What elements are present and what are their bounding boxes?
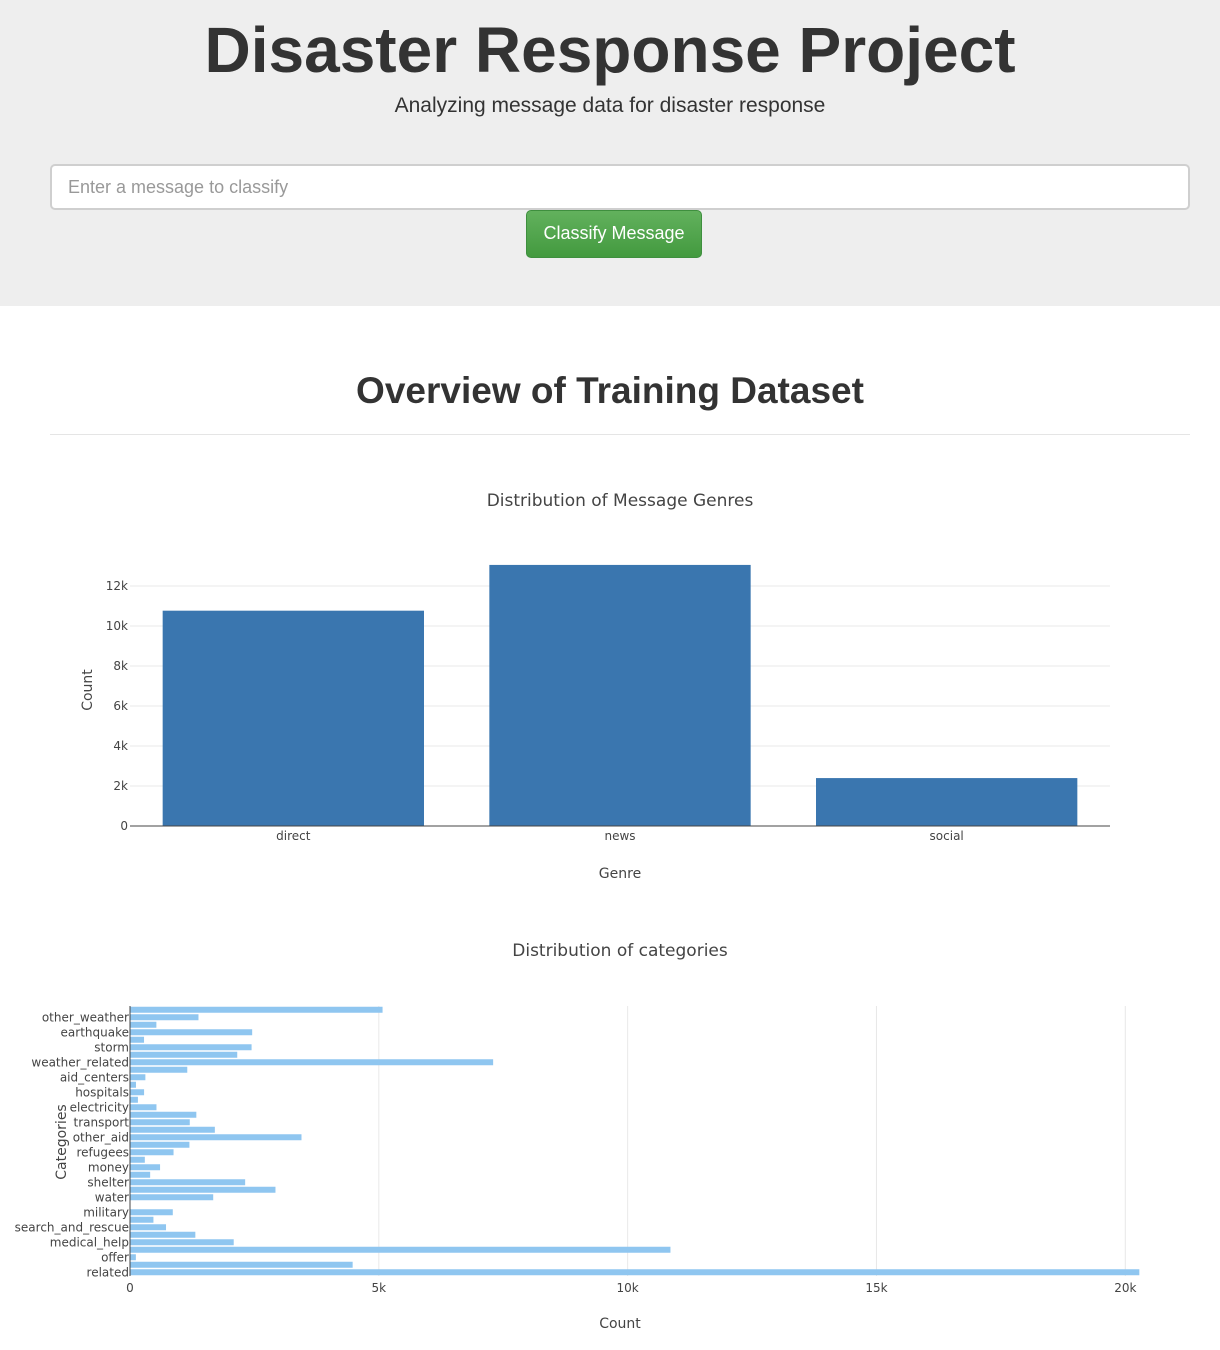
category-x-tick-label: 10k — [617, 1281, 639, 1295]
category-y-tick-label: transport — [74, 1115, 130, 1129]
category-bar — [130, 1119, 190, 1126]
genre-x-tick-label: social — [930, 829, 964, 843]
category-y-tick-label: storm — [94, 1040, 129, 1054]
genre-y-tick-label: 12k — [106, 579, 128, 593]
genre-x-tick-label: direct — [276, 829, 311, 843]
category-y-tick-label: offer — [101, 1250, 129, 1264]
category-bar — [130, 1021, 157, 1028]
genre-y-tick-label: 8k — [113, 659, 128, 673]
message-input[interactable] — [50, 164, 1190, 210]
category-y-axis-label: Categories — [54, 1104, 70, 1179]
genre-bar — [489, 564, 751, 826]
genre-bar — [816, 778, 1078, 826]
category-bar — [130, 1239, 234, 1246]
category-bar — [130, 1141, 190, 1148]
category-bar — [130, 1089, 145, 1096]
category-y-tick-label: money — [88, 1160, 129, 1174]
category-x-axis-label: Count — [599, 1316, 641, 1332]
category-y-tick-label: search_and_rescue — [15, 1220, 129, 1234]
category-bar — [130, 1209, 173, 1216]
genre-y-tick-label: 4k — [113, 739, 128, 753]
category-bar — [130, 1186, 276, 1193]
category-bar — [130, 1179, 246, 1186]
genre-x-axis-label: Genre — [599, 866, 641, 882]
genre-y-tick-label: 0 — [120, 819, 128, 833]
genre-chart: Distribution of Message Genres 0 2k 4k 6k 8k… — [0, 470, 1220, 910]
divider — [50, 434, 1190, 435]
category-bar — [130, 1111, 197, 1118]
category-bar — [130, 1074, 146, 1081]
category-bar — [130, 1149, 174, 1156]
category-y-tick-label: weather_related — [31, 1055, 129, 1069]
jumbotron: Disaster Response Project Analyzing mess… — [0, 0, 1220, 306]
category-y-tick-label: other_aid — [73, 1130, 129, 1144]
category-bar — [130, 1044, 252, 1051]
category-bar — [130, 1224, 167, 1231]
category-bar — [130, 1029, 253, 1036]
category-bar — [130, 1006, 383, 1013]
category-bar — [130, 1216, 154, 1223]
category-x-tick-label: 5k — [372, 1281, 387, 1295]
category-bar — [130, 1194, 214, 1201]
category-bar — [130, 1164, 161, 1171]
genre-y-tick-label: 6k — [113, 699, 128, 713]
category-y-tick-label: electricity — [70, 1100, 129, 1114]
genre-y-tick-label: 10k — [106, 619, 128, 633]
page-title: Disaster Response Project — [204, 14, 1016, 86]
category-bar — [130, 1051, 238, 1058]
section-title: Overview of Training Dataset — [356, 370, 864, 411]
genre-y-axis-label: Count — [80, 669, 96, 711]
category-y-tick-label: earthquake — [61, 1025, 129, 1039]
category-y-tick-label: medical_help — [50, 1235, 129, 1249]
page-subtitle: Analyzing message data for disaster resp… — [394, 94, 826, 117]
category-bar — [130, 1261, 353, 1268]
category-bar — [130, 1134, 302, 1141]
category-bar — [130, 1246, 671, 1253]
category-bar — [130, 1171, 151, 1178]
category-chart-svg: Distribution of categories 0 5k 10k 15k 20k … — [15, 941, 1140, 1332]
category-bar — [130, 1059, 494, 1066]
category-bar — [130, 1126, 215, 1133]
category-bar — [130, 1156, 145, 1163]
category-y-tick-label: water — [95, 1190, 129, 1204]
category-y-tick-label: shelter — [87, 1175, 129, 1189]
category-x-tick-label: 20k — [1114, 1281, 1136, 1295]
category-bar — [130, 1066, 188, 1073]
category-y-tick-label: other_weather — [42, 1010, 129, 1024]
category-y-tick-label: aid_centers — [60, 1070, 129, 1084]
category-y-tick-label: related — [87, 1265, 129, 1279]
category-chart: Distribution of categories 0 5k 10k 15k 20k … — [0, 920, 1220, 1340]
category-bar — [130, 1096, 138, 1103]
genre-x-tick-label: news — [604, 829, 635, 843]
category-bar — [130, 1014, 199, 1021]
genre-bar — [162, 610, 424, 826]
category-chart-title: Distribution of categories — [512, 941, 728, 961]
genre-chart-title: Distribution of Message Genres — [487, 491, 754, 511]
category-x-tick-label: 15k — [865, 1281, 887, 1295]
category-bar — [130, 1254, 136, 1261]
category-bar — [130, 1036, 145, 1043]
category-bar — [130, 1231, 196, 1238]
category-bar — [130, 1081, 136, 1088]
genre-y-tick-label: 2k — [113, 779, 128, 793]
category-y-tick-label: military — [83, 1205, 129, 1219]
category-y-tick-label: refugees — [76, 1145, 129, 1159]
category-bar — [130, 1104, 157, 1111]
genre-chart-svg: Distribution of Message Genres 0 2k 4k 6k 8k… — [80, 491, 1110, 882]
classify-message-button[interactable]: Classify Message — [526, 210, 702, 258]
category-bar — [130, 1269, 1140, 1276]
category-y-tick-label: hospitals — [75, 1085, 129, 1099]
category-x-tick-label: 0 — [126, 1281, 134, 1295]
